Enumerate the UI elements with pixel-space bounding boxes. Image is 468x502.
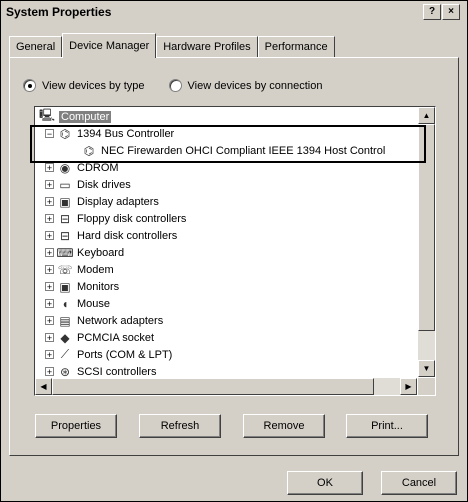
view-by-connection-label: View devices by connection	[187, 79, 323, 92]
tree-item-label: CDROM	[77, 161, 119, 174]
device-tree[interactable]: 🖳 Computer − ⌬ 1394 Bus Controller ⌬ NEC…	[34, 106, 436, 396]
tree-item-label: Network adapters	[77, 314, 164, 327]
expand-icon[interactable]: +	[45, 350, 54, 360]
network-adapter-icon: ▤	[59, 313, 71, 328]
display-adapter-icon: ▣	[59, 194, 71, 209]
tree-item-label: Display adapters	[77, 195, 159, 208]
monitor-icon: ▣	[59, 279, 71, 294]
collapse-icon[interactable]: −	[45, 129, 54, 139]
expand-icon[interactable]: +	[45, 265, 54, 275]
bus-controller-icon: ⌬	[59, 126, 71, 141]
tree-root[interactable]: 🖳 Computer	[39, 108, 112, 125]
remove-button[interactable]: Remove	[243, 414, 325, 438]
tab-device-manager[interactable]: Device Manager	[62, 33, 157, 58]
properties-button[interactable]: Properties	[35, 414, 117, 438]
scrollbar-corner	[418, 378, 435, 395]
hard-disk-controller-icon: ⊟	[59, 228, 71, 243]
tree-item-ports[interactable]: + ⟋ Ports (COM & LPT)	[45, 346, 172, 363]
tree-item-label: Mouse	[77, 297, 111, 310]
tree-item-label: Ports (COM & LPT)	[77, 348, 173, 361]
tree-item-scsi-controllers[interactable]: + ⊛ SCSI controllers	[45, 363, 156, 377]
cancel-button[interactable]: Cancel	[381, 471, 457, 495]
ok-button[interactable]: OK	[287, 471, 363, 495]
scroll-left-icon[interactable]: ◀	[35, 378, 52, 395]
scroll-up-icon[interactable]: ▲	[418, 107, 435, 124]
tree-item-label: Disk drives	[77, 178, 131, 191]
expand-icon[interactable]: +	[45, 197, 54, 207]
view-by-type-radio[interactable]: View devices by type	[23, 79, 145, 92]
expand-icon[interactable]: +	[45, 333, 54, 343]
tree-item-label: Keyboard	[77, 246, 125, 259]
tree-item-label: Monitors	[77, 280, 120, 293]
refresh-button[interactable]: Refresh	[139, 414, 221, 438]
cdrom-icon: ◉	[59, 160, 71, 175]
expand-icon[interactable]: +	[45, 299, 54, 309]
radio-unselected-icon	[168, 79, 182, 92]
horizontal-scrollbar[interactable]: ◀ ▶	[35, 378, 417, 395]
mouse-icon: ◖	[61, 296, 69, 311]
tree-item-pcmcia-socket[interactable]: + ◆ PCMCIA socket	[45, 329, 154, 346]
tab-strip: General Device Manager Hardware Profiles…	[9, 33, 335, 58]
modem-icon: ☏	[57, 262, 73, 277]
help-button[interactable]: ?	[423, 4, 441, 20]
tree-item-label: NEC Firewarden OHCI Compliant IEEE 1394 …	[101, 144, 386, 157]
tree-item-1394-bus-controller[interactable]: − ⌬ 1394 Bus Controller	[45, 125, 174, 142]
tree-item-monitors[interactable]: + ▣ Monitors	[45, 278, 119, 295]
scsi-icon: ⊛	[59, 364, 71, 378]
tab-performance[interactable]: Performance	[257, 36, 335, 57]
expand-icon[interactable]: +	[45, 316, 54, 326]
computer-icon: 🖳	[39, 108, 56, 122]
tab-hardware-profiles[interactable]: Hardware Profiles	[156, 36, 258, 57]
tree-item-network-adapters[interactable]: + ▤ Network adapters	[45, 312, 163, 329]
expand-icon[interactable]: +	[45, 282, 54, 292]
tree-root-label: Computer	[59, 110, 112, 123]
tree-item-label: Modem	[77, 263, 114, 276]
tab-general[interactable]: General	[9, 36, 63, 57]
close-button[interactable]: ×	[442, 4, 460, 20]
window-title: System Properties	[6, 5, 112, 19]
radio-selected-icon	[23, 79, 36, 92]
tree-item-mouse[interactable]: + ◖ Mouse	[45, 295, 110, 312]
vertical-scroll-thumb[interactable]	[418, 124, 435, 331]
expand-icon[interactable]: +	[45, 231, 54, 241]
tree-item-display-adapters[interactable]: + ▣ Display adapters	[45, 193, 159, 210]
tree-item-disk-drives[interactable]: + ▭ Disk drives	[45, 176, 131, 193]
tree-item-label: SCSI controllers	[77, 365, 157, 378]
floppy-controller-icon: ⊟	[59, 211, 71, 226]
tree-item-label: 1394 Bus Controller	[77, 127, 175, 140]
vertical-scrollbar[interactable]: ▲ ▼	[418, 107, 435, 377]
ports-icon: ⟋	[60, 347, 70, 361]
tree-item-nec-host-controller[interactable]: ⌬ NEC Firewarden OHCI Compliant IEEE 139…	[81, 142, 386, 159]
horizontal-scroll-thumb[interactable]	[52, 378, 374, 395]
tree-item-label: PCMCIA socket	[77, 331, 155, 344]
print-button[interactable]: Print...	[346, 414, 428, 438]
expand-icon[interactable]: +	[45, 248, 54, 258]
scroll-down-icon[interactable]: ▼	[418, 360, 435, 377]
disk-drive-icon: ▭	[59, 177, 71, 192]
tree-item-hard-disk-controllers[interactable]: + ⊟ Hard disk controllers	[45, 227, 177, 244]
tree-item-cdrom[interactable]: + ◉ CDROM	[45, 159, 119, 176]
expand-icon[interactable]: +	[45, 367, 54, 377]
tree-item-keyboard[interactable]: + ⌨ Keyboard	[45, 244, 124, 261]
scroll-right-icon[interactable]: ▶	[400, 378, 417, 395]
pcmcia-icon: ◆	[60, 330, 70, 345]
expand-icon[interactable]: +	[45, 214, 54, 224]
expand-icon[interactable]: +	[45, 180, 54, 190]
title-bar: System Properties ? ×	[3, 3, 461, 21]
view-options: View devices by type View devices by con…	[23, 79, 322, 92]
tree-item-label: Hard disk controllers	[77, 229, 178, 242]
tree-item-label: Floppy disk controllers	[77, 212, 187, 225]
keyboard-icon: ⌨	[56, 245, 74, 260]
expand-icon[interactable]: +	[45, 163, 54, 173]
view-by-type-label: View devices by type	[42, 79, 145, 92]
host-controller-icon: ⌬	[83, 143, 95, 158]
system-properties-window: System Properties ? × General Device Man…	[0, 0, 468, 502]
view-by-connection-radio[interactable]: View devices by connection	[168, 79, 323, 92]
tree-item-floppy-disk-controllers[interactable]: + ⊟ Floppy disk controllers	[45, 210, 186, 227]
tree-item-modem[interactable]: + ☏ Modem	[45, 261, 114, 278]
